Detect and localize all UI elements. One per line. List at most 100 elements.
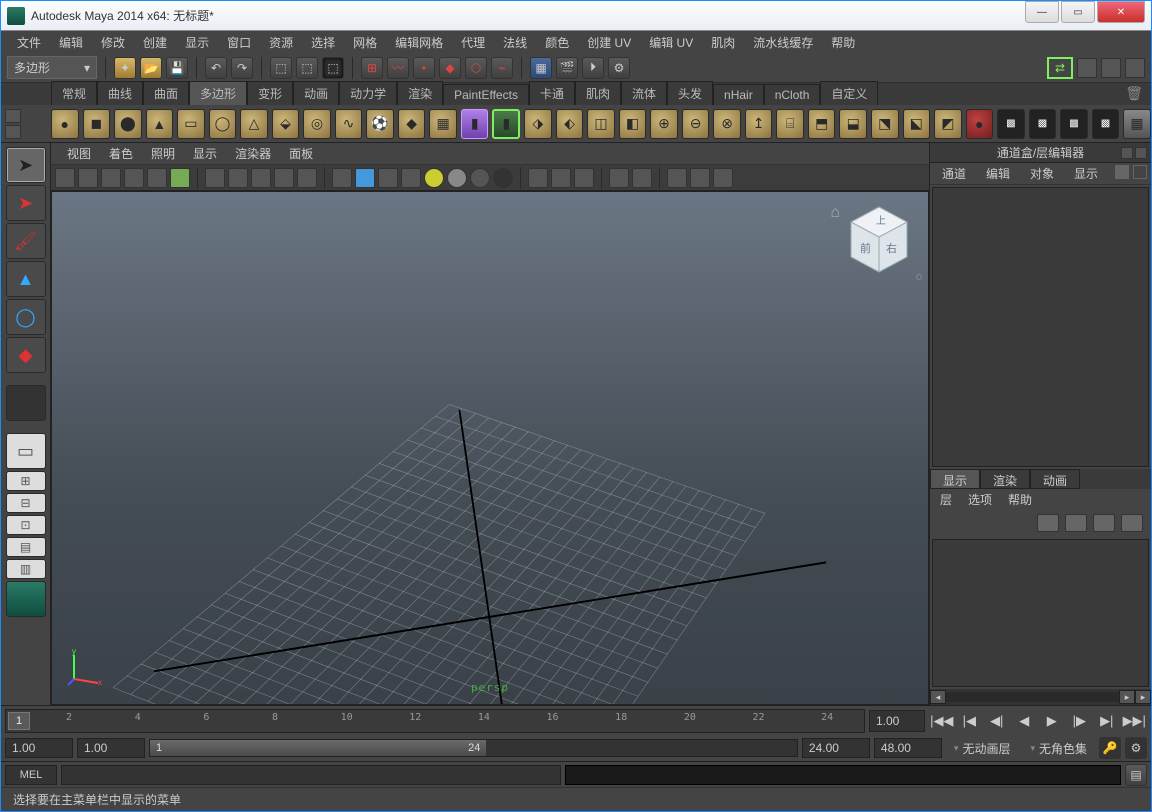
menu-proxy[interactable]: 代理 <box>453 32 493 53</box>
home-icon[interactable]: ⌂ <box>830 204 840 222</box>
layermenu-layer[interactable]: 层 <box>934 489 958 510</box>
range-start-play-field[interactable]: 1.00 <box>77 738 145 758</box>
panel-tb-19[interactable] <box>493 168 513 188</box>
layertab-render[interactable]: 渲染 <box>980 469 1030 489</box>
current-frame-marker[interactable]: 1 <box>8 712 30 730</box>
menu-pipeline[interactable]: 流水线缓存 <box>745 32 821 53</box>
redo-button[interactable]: ↷ <box>231 57 253 79</box>
panel-tb-1[interactable] <box>55 168 75 188</box>
step-forward-key-button[interactable]: ▶| <box>1095 710 1119 732</box>
uv-planar-button[interactable]: ▩ <box>997 109 1025 139</box>
panel-show[interactable]: 显示 <box>185 143 225 164</box>
layermenu-help[interactable]: 帮助 <box>1002 489 1038 510</box>
panel-tb-2[interactable] <box>78 168 98 188</box>
cmd-input[interactable] <box>61 765 561 785</box>
channel-list[interactable] <box>932 187 1149 467</box>
panel-tb-10[interactable] <box>274 168 294 188</box>
shelf-tab-nhair[interactable]: nHair <box>713 84 764 105</box>
panel-close-icon[interactable] <box>1135 147 1147 159</box>
scroll-right-icon[interactable]: ▸ <box>1119 690 1135 704</box>
panel-tb-9[interactable] <box>251 168 271 188</box>
ch-icon-2[interactable] <box>1133 165 1147 179</box>
snap-grid-button[interactable]: ⊞ <box>361 57 383 79</box>
poly-torus-button[interactable]: ◯ <box>209 109 237 139</box>
maya-icon[interactable] <box>6 581 46 617</box>
ch-icon-1[interactable] <box>1115 165 1129 179</box>
uv-sphere-button[interactable]: ▩ <box>1060 109 1088 139</box>
panel-dock-icon[interactable] <box>1121 147 1133 159</box>
layertab-display[interactable]: 显示 <box>930 469 980 489</box>
snap-live-button[interactable]: ⬡ <box>465 57 487 79</box>
panel-view[interactable]: 视图 <box>59 143 99 164</box>
select-component-button[interactable]: ⬚ <box>322 57 344 79</box>
viewcube[interactable]: 上 前 右 <box>844 202 914 282</box>
snap-plane-button[interactable]: ◆ <box>439 57 461 79</box>
new-layer-sel-icon[interactable] <box>1065 514 1087 532</box>
four-view-layout[interactable]: ⊞ <box>6 471 46 491</box>
panel-tb-16[interactable] <box>424 168 444 188</box>
range-end-field[interactable]: 48.00 <box>874 738 942 758</box>
combine-button[interactable]: ⬗ <box>524 109 552 139</box>
shelf-tab-hair[interactable]: 头发 <box>667 81 713 105</box>
trash-icon[interactable]: 🗑 <box>1125 85 1143 102</box>
chtab-channel[interactable]: 通道 <box>934 163 974 184</box>
panel-tb-24[interactable] <box>632 168 652 188</box>
menu-help[interactable]: 帮助 <box>823 32 863 53</box>
poly-plane-button[interactable]: ▭ <box>177 109 205 139</box>
layer-list[interactable] <box>932 539 1149 687</box>
viewcube-menu-icon[interactable] <box>916 274 922 280</box>
poly-pipe-button[interactable]: ◎ <box>303 109 331 139</box>
rotate-tool[interactable]: ◯ <box>6 299 46 335</box>
scale-tool[interactable]: ◆ <box>6 337 46 373</box>
close-button[interactable]: ✕ <box>1097 1 1145 23</box>
layertab-anim[interactable]: 动画 <box>1030 469 1080 489</box>
uv-editor-button[interactable]: ▦ <box>1123 109 1151 139</box>
shelf-tab-painteffects[interactable]: PaintEffects <box>443 84 529 105</box>
shelf-tab-surfaces[interactable]: 曲面 <box>143 81 189 105</box>
open-scene-button[interactable]: 📂 <box>140 57 162 79</box>
select-hierarchy-button[interactable]: ⬚ <box>270 57 292 79</box>
menu-assets[interactable]: 资源 <box>261 32 301 53</box>
snap-point-button[interactable]: • <box>413 57 435 79</box>
menu-edit[interactable]: 编辑 <box>51 32 91 53</box>
range-thumb[interactable]: 1 24 <box>150 740 486 756</box>
menu-color[interactable]: 颜色 <box>537 32 577 53</box>
move-tool[interactable]: ▲ <box>6 261 46 297</box>
ipr-button[interactable]: ⏵ <box>582 57 604 79</box>
panel-tb-27[interactable] <box>713 168 733 188</box>
layer-up-icon[interactable] <box>1093 514 1115 532</box>
minimize-button[interactable]: — <box>1025 1 1059 23</box>
shelf-tab-polygons[interactable]: 多边形 <box>189 81 247 105</box>
panel-tb-7[interactable] <box>205 168 225 188</box>
boolean-inter-button[interactable]: ⊗ <box>713 109 741 139</box>
panel-renderer[interactable]: 渲染器 <box>227 143 279 164</box>
panel-tb-14[interactable] <box>378 168 398 188</box>
select-object-button[interactable]: ⬚ <box>296 57 318 79</box>
menu-normals[interactable]: 法线 <box>495 32 535 53</box>
shelf-tab-rendering[interactable]: 渲染 <box>397 81 443 105</box>
bevel-button[interactable]: ◩ <box>934 109 962 139</box>
snap-curve-button[interactable]: 〰 <box>387 57 409 79</box>
shelf-tab-animation[interactable]: 动画 <box>293 81 339 105</box>
panel-tb-6[interactable] <box>170 168 190 188</box>
go-start-button[interactable]: |◀◀ <box>930 710 954 732</box>
new-scene-button[interactable]: ✦ <box>114 57 136 79</box>
poly-pyramid-button[interactable]: ⬙ <box>272 109 300 139</box>
shelf-tab-muscle[interactable]: 肌肉 <box>575 81 621 105</box>
script-editor-button[interactable]: ▤ <box>1125 764 1147 786</box>
construction-history-toggle[interactable]: ⇄ <box>1047 57 1073 79</box>
viewport[interactable]: y x persp ⌂ 上 前 右 <box>51 191 929 705</box>
snap-toggle-button[interactable]: ⌁ <box>491 57 513 79</box>
menu-modify[interactable]: 修改 <box>93 32 133 53</box>
shelf-tab-general[interactable]: 常规 <box>51 81 97 105</box>
shelf-tab-curves[interactable]: 曲线 <box>97 81 143 105</box>
layer-scrollbar[interactable]: ◂ ▸ ▸ <box>930 689 1151 705</box>
poly-cone-button[interactable]: ▲ <box>146 109 174 139</box>
step-back-key-button[interactable]: |◀ <box>957 710 981 732</box>
menu-select[interactable]: 选择 <box>303 32 343 53</box>
uv-cyl-button[interactable]: ▩ <box>1029 109 1057 139</box>
panel-tb-11[interactable] <box>297 168 317 188</box>
shelf-tab-ncloth[interactable]: nCloth <box>764 84 821 105</box>
panel-tb-20[interactable] <box>528 168 548 188</box>
shelf-tab-fluids[interactable]: 流体 <box>621 81 667 105</box>
